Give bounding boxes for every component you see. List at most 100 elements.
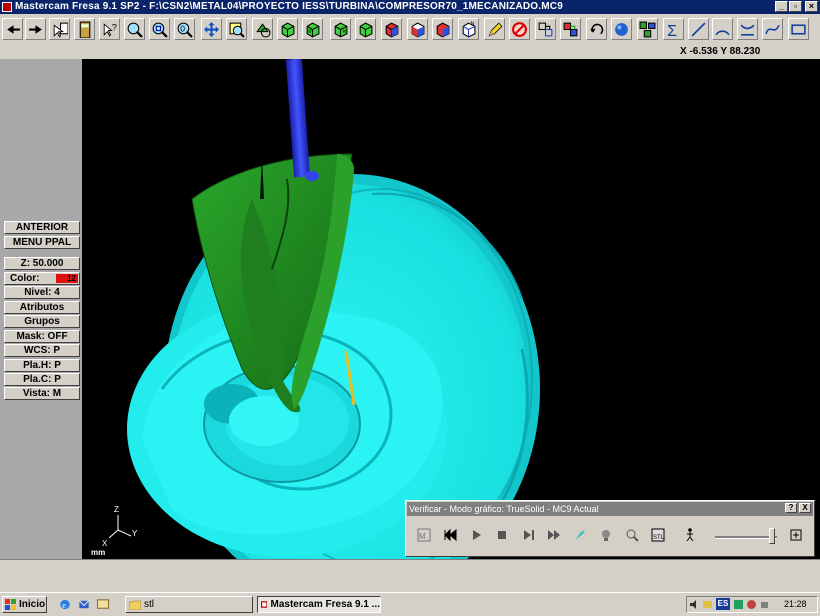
sum-icon[interactable]: Σ	[663, 18, 684, 40]
network-icon[interactable]	[702, 599, 713, 610]
cube-red-icon[interactable]	[381, 18, 402, 40]
folder-icon	[129, 600, 141, 610]
color-label: Color:	[10, 273, 40, 284]
main-toolbar: ? 0 N Σ	[0, 14, 820, 47]
verify-options-icon[interactable]	[786, 525, 806, 545]
menu-anterior-button[interactable]: ANTERIOR	[4, 221, 80, 234]
color-button[interactable]: Color: 12	[4, 272, 80, 285]
cube-face-icon[interactable]	[407, 18, 428, 40]
view-top-cube-icon[interactable]	[277, 18, 298, 40]
taskbar-item-mastercam[interactable]: Mastercam Fresa 9.1 ...	[257, 596, 381, 613]
cube-wire-icon[interactable]: N	[458, 18, 479, 40]
vista-button[interactable]: Vista: M	[4, 387, 80, 400]
prompt-area	[0, 559, 820, 593]
line-icon[interactable]	[688, 18, 709, 40]
stop-icon[interactable]	[492, 525, 512, 545]
zoom-fit-icon[interactable]	[226, 18, 247, 40]
fast-forward-icon[interactable]	[544, 525, 564, 545]
transform-color-icon[interactable]	[560, 18, 581, 40]
zoom-window-icon[interactable]	[149, 18, 170, 40]
view-side-cube-icon[interactable]	[330, 18, 351, 40]
arrow-left-icon[interactable]	[2, 18, 23, 40]
pencil-icon[interactable]	[484, 18, 505, 40]
triad-y-label: Y	[132, 529, 138, 538]
volume-icon[interactable]	[689, 599, 700, 610]
sphere-icon[interactable]	[611, 18, 632, 40]
verify-dialog-title: Verificar - Modo gráfico: TrueSolid - MC…	[407, 502, 813, 516]
start-button[interactable]: Inicio	[2, 596, 47, 613]
view-iso-cube-icon[interactable]	[355, 18, 376, 40]
taskbar-item-label: stl	[144, 599, 154, 610]
usb-device-icon[interactable]	[759, 599, 770, 610]
zoom-out-icon[interactable]: 0	[174, 18, 195, 40]
play-icon[interactable]	[466, 525, 486, 545]
verify-settings-icon[interactable]: M	[414, 525, 434, 545]
spline-icon[interactable]	[762, 18, 783, 40]
svg-text:Σ: Σ	[667, 22, 677, 37]
minimize-button[interactable]: _	[775, 1, 788, 12]
rectangle-icon[interactable]	[788, 18, 809, 40]
nivel-button[interactable]: Nivel: 4	[4, 286, 80, 299]
windows-logo-icon	[5, 598, 16, 610]
close-button[interactable]: ×	[805, 1, 818, 12]
outlook-express-icon[interactable]	[77, 598, 91, 611]
pan-icon[interactable]	[201, 18, 222, 40]
color-swatch: 12	[56, 274, 78, 283]
no-entry-icon[interactable]	[509, 18, 530, 40]
units-label: mm	[91, 548, 106, 557]
verify-speed-slider-thumb[interactable]	[769, 528, 776, 544]
internet-explorer-icon[interactable]: e	[58, 598, 72, 611]
plane-c-button[interactable]: Pla.C: P	[4, 373, 80, 386]
tray-app-icon[interactable]	[733, 599, 744, 610]
graphics-viewport[interactable]: Z Y X mm	[82, 59, 820, 559]
svg-text:?: ?	[112, 22, 117, 33]
restore-button[interactable]: ▫	[789, 1, 802, 12]
svg-text:e: e	[62, 601, 66, 610]
taskbar: Inicio e stl Mastercam Fresa 9.1 ... ES …	[0, 592, 820, 616]
language-indicator[interactable]: ES	[716, 598, 730, 610]
show-desktop-icon[interactable]	[96, 598, 110, 611]
undo-icon[interactable]	[586, 18, 607, 40]
atributos-button[interactable]: Atributos	[4, 301, 80, 314]
trim-icon[interactable]	[737, 18, 758, 40]
menu-ppal-button[interactable]: MENU PPAL	[4, 236, 80, 249]
antivirus-icon[interactable]	[746, 599, 757, 610]
help-pointer-icon[interactable]: ?	[99, 18, 120, 40]
pointer-menu-icon[interactable]	[49, 18, 70, 40]
arc-icon[interactable]	[712, 18, 733, 40]
app-icon[interactable]	[2, 2, 12, 12]
mastercam-icon	[261, 601, 268, 608]
coordinate-bar: X -6.536 Y 88.230	[0, 46, 820, 59]
magnifier-icon[interactable]	[622, 525, 642, 545]
run-figure-icon[interactable]	[680, 525, 700, 545]
clock: 21:28	[784, 599, 807, 609]
tool-display-icon[interactable]	[570, 525, 590, 545]
wcs-button[interactable]: WCS: P	[4, 344, 80, 357]
z-depth-button[interactable]: Z: 50.000	[4, 257, 80, 270]
verify-help-button[interactable]: ?	[785, 503, 797, 513]
verify-speed-slider-track[interactable]	[715, 536, 777, 539]
svg-text:STL: STL	[653, 535, 665, 541]
step-forward-icon[interactable]	[518, 525, 538, 545]
calculator-icon[interactable]	[74, 18, 95, 40]
mask-button[interactable]: Mask: OFF	[4, 330, 80, 343]
plane-h-button[interactable]: Pla.H: P	[4, 359, 80, 372]
start-label: Inicio	[19, 599, 46, 610]
blocks-icon[interactable]	[637, 18, 658, 40]
taskbar-item-label: Mastercam Fresa 9.1 ...	[270, 599, 380, 610]
cursor-coordinates: X -6.536 Y 88.230	[680, 46, 761, 57]
title-bar[interactable]: Mastercam Fresa 9.1 SP2 - F:\CSN2\METAL0…	[0, 0, 820, 14]
grupos-button[interactable]: Grupos	[4, 315, 80, 328]
view-front-cube-icon[interactable]	[302, 18, 323, 40]
save-stl-icon[interactable]: STL	[648, 525, 668, 545]
taskbar-item-stl[interactable]: stl	[125, 596, 253, 613]
zoom-icon[interactable]	[124, 18, 145, 40]
lightbulb-icon[interactable]	[596, 525, 616, 545]
triad-z-label: Z	[114, 505, 119, 514]
arrow-right-icon[interactable]	[25, 18, 46, 40]
transform-icon[interactable]	[535, 18, 556, 40]
rewind-icon[interactable]	[440, 525, 460, 545]
cube-red-2-icon[interactable]	[432, 18, 453, 40]
repaint-icon[interactable]	[252, 18, 273, 40]
verify-close-button[interactable]: X	[799, 503, 811, 513]
